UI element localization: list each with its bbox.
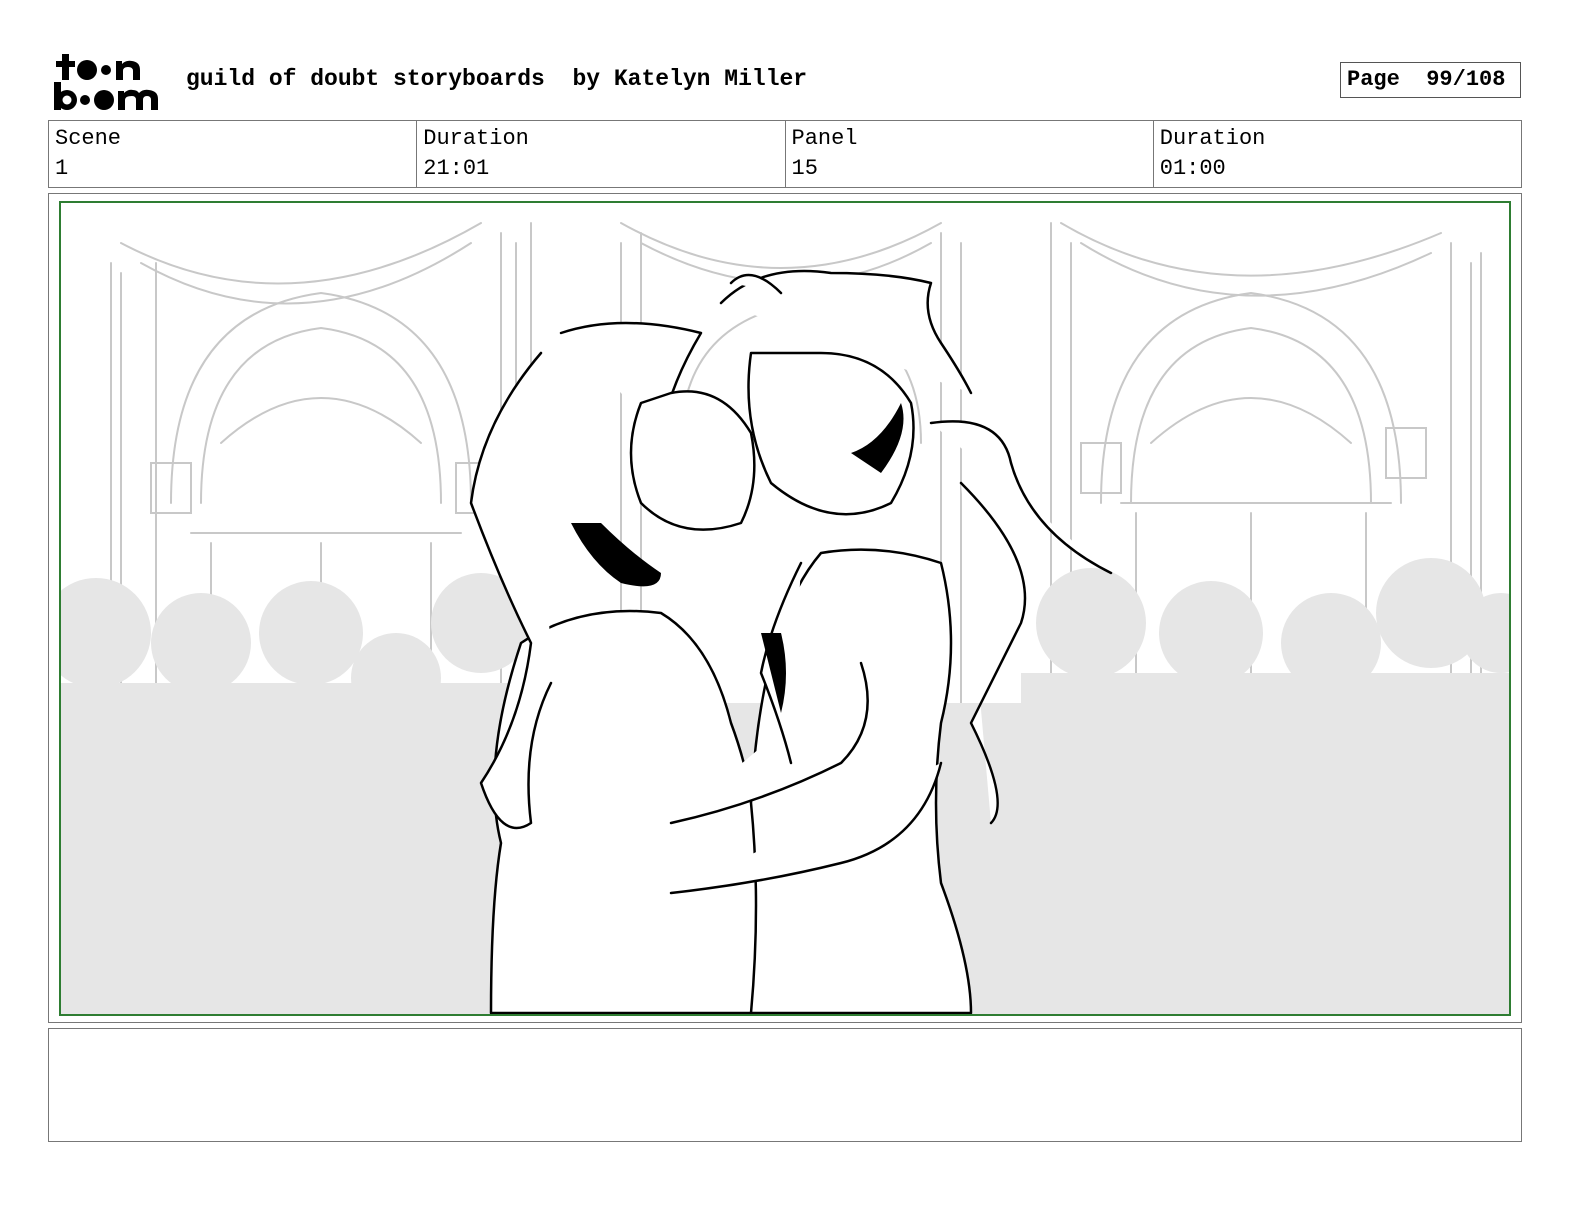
scene-label: Scene: [55, 126, 122, 151]
page-number: 99/108: [1426, 67, 1506, 92]
scene-duration-value: 21:01: [423, 156, 490, 181]
panel-duration-cell: Duration 01:00: [1154, 121, 1521, 187]
panel-duration-label: Duration: [1159, 126, 1266, 151]
panel-duration-value: 01:00: [1159, 156, 1226, 181]
document-title: guild of doubt storyboards by Katelyn Mi…: [186, 66, 808, 92]
panel-value: 15: [791, 156, 818, 181]
scene-duration-label: Duration: [423, 126, 529, 151]
panel-cell: Panel 15: [786, 121, 1154, 187]
page-label: Page: [1347, 67, 1400, 92]
sketch-drawing: [61, 222, 1509, 1014]
scene-value: 1: [55, 156, 69, 181]
scene-duration-cell: Duration 21:01: [417, 121, 786, 187]
panel-label: Panel: [791, 126, 858, 151]
scene-cell: Scene 1: [49, 121, 418, 187]
page-indicator: Page 99/108: [1340, 62, 1521, 98]
storyboard-panel-image: [59, 201, 1511, 1016]
toon-boom-logo-icon: [54, 54, 158, 110]
panel-notes-box: [48, 1028, 1522, 1142]
panel-info-table: Scene 1 Duration 21:01 Panel 15 Duration…: [48, 120, 1522, 188]
